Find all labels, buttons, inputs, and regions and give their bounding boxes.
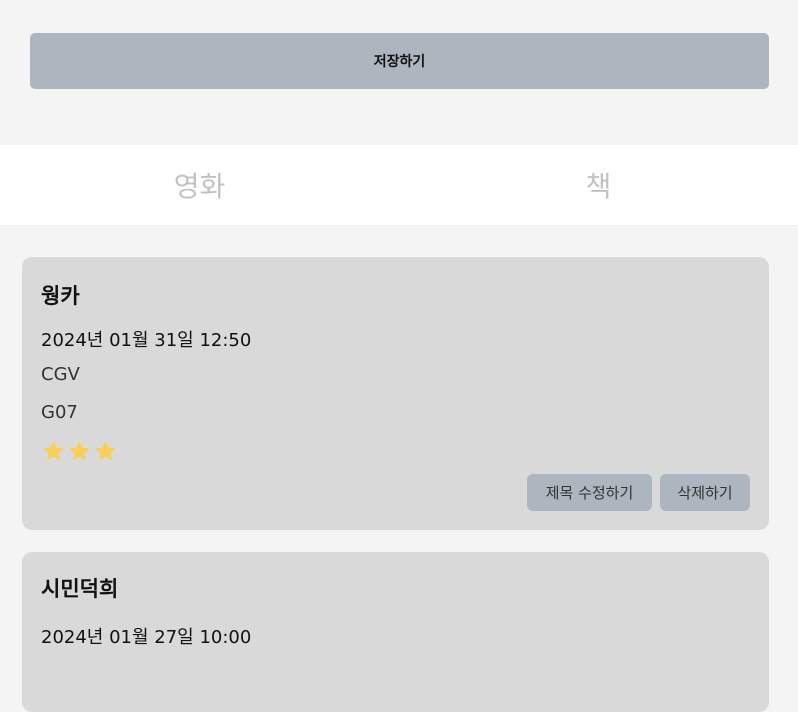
save-button[interactable]: 저장하기 xyxy=(30,33,769,89)
tab-movie[interactable]: 영화 xyxy=(0,145,399,225)
tab-book[interactable]: 책 xyxy=(399,145,798,225)
record-card: 시민덕희 2024년 01월 27일 10:00 xyxy=(22,552,769,712)
rating-stars xyxy=(42,440,117,463)
record-card: 웡카 2024년 01월 31일 12:50 CGV G07 제목 수정하기 삭… xyxy=(22,257,769,530)
top-section: 저장하기 xyxy=(0,0,798,145)
star-icon xyxy=(69,441,90,461)
record-datetime: 2024년 01월 27일 10:00 xyxy=(41,627,252,648)
record-datetime: 2024년 01월 31일 12:50 xyxy=(41,330,252,351)
delete-button[interactable]: 삭제하기 xyxy=(660,474,750,511)
record-theater: CGV xyxy=(41,364,80,385)
record-seat: G07 xyxy=(41,402,78,423)
record-list: 웡카 2024년 01월 31일 12:50 CGV G07 제목 수정하기 삭… xyxy=(0,225,798,712)
edit-title-button[interactable]: 제목 수정하기 xyxy=(527,474,652,511)
star-icon xyxy=(43,441,64,461)
record-title: 시민덕희 xyxy=(41,577,119,601)
star-icon xyxy=(95,441,116,461)
record-title: 웡카 xyxy=(41,284,80,308)
category-tabs: 영화 책 xyxy=(0,145,798,225)
